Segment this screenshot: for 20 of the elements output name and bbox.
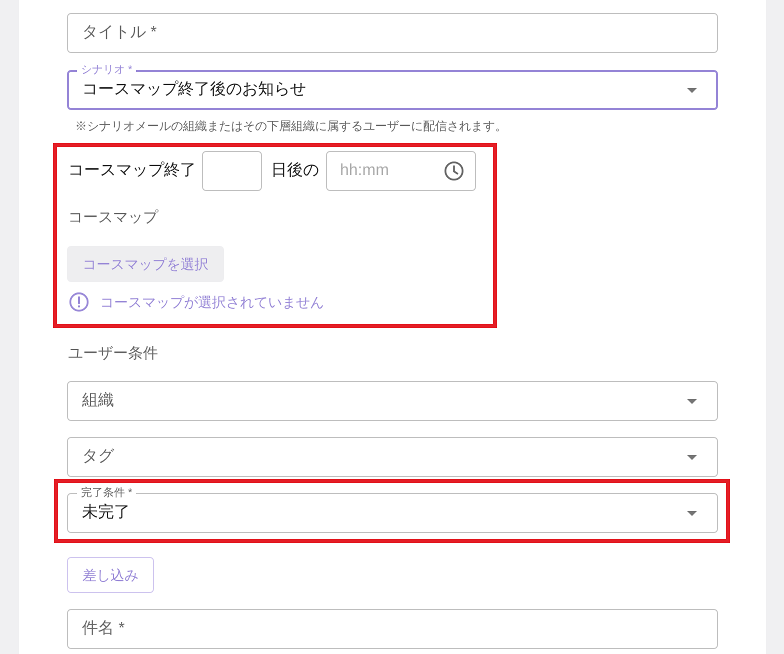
- subject-field[interactable]: 件名 *: [67, 609, 718, 649]
- days-label: コースマップ終了: [68, 160, 196, 181]
- dropdown-select[interactable]: 組織: [67, 381, 718, 421]
- field-label: シナリオ *: [77, 63, 136, 77]
- section-label: コースマップ: [68, 208, 158, 228]
- days-field[interactable]: [202, 151, 262, 191]
- field-label: 完了条件 *: [77, 486, 136, 500]
- helper-text: ※シナリオメールの組織またはその下層組織に属するユーザーに配信されます。: [75, 118, 508, 134]
- days-after-label: 日後の: [271, 161, 319, 181]
- title-field[interactable]: タイトル *: [67, 13, 718, 53]
- dropdown-select[interactable]: タグ: [67, 437, 718, 477]
- error-message: コースマップが選択されていません: [100, 292, 324, 312]
- alert-icon: [69, 292, 89, 312]
- caret-icon: [687, 398, 697, 404]
- caret-icon: [687, 510, 697, 516]
- section-heading: ユーザー条件: [68, 344, 158, 364]
- caret-icon: [687, 88, 697, 92]
- insert-button[interactable]: 差し込み: [67, 557, 154, 593]
- caret-icon: [687, 454, 697, 460]
- clock-icon[interactable]: [444, 161, 464, 181]
